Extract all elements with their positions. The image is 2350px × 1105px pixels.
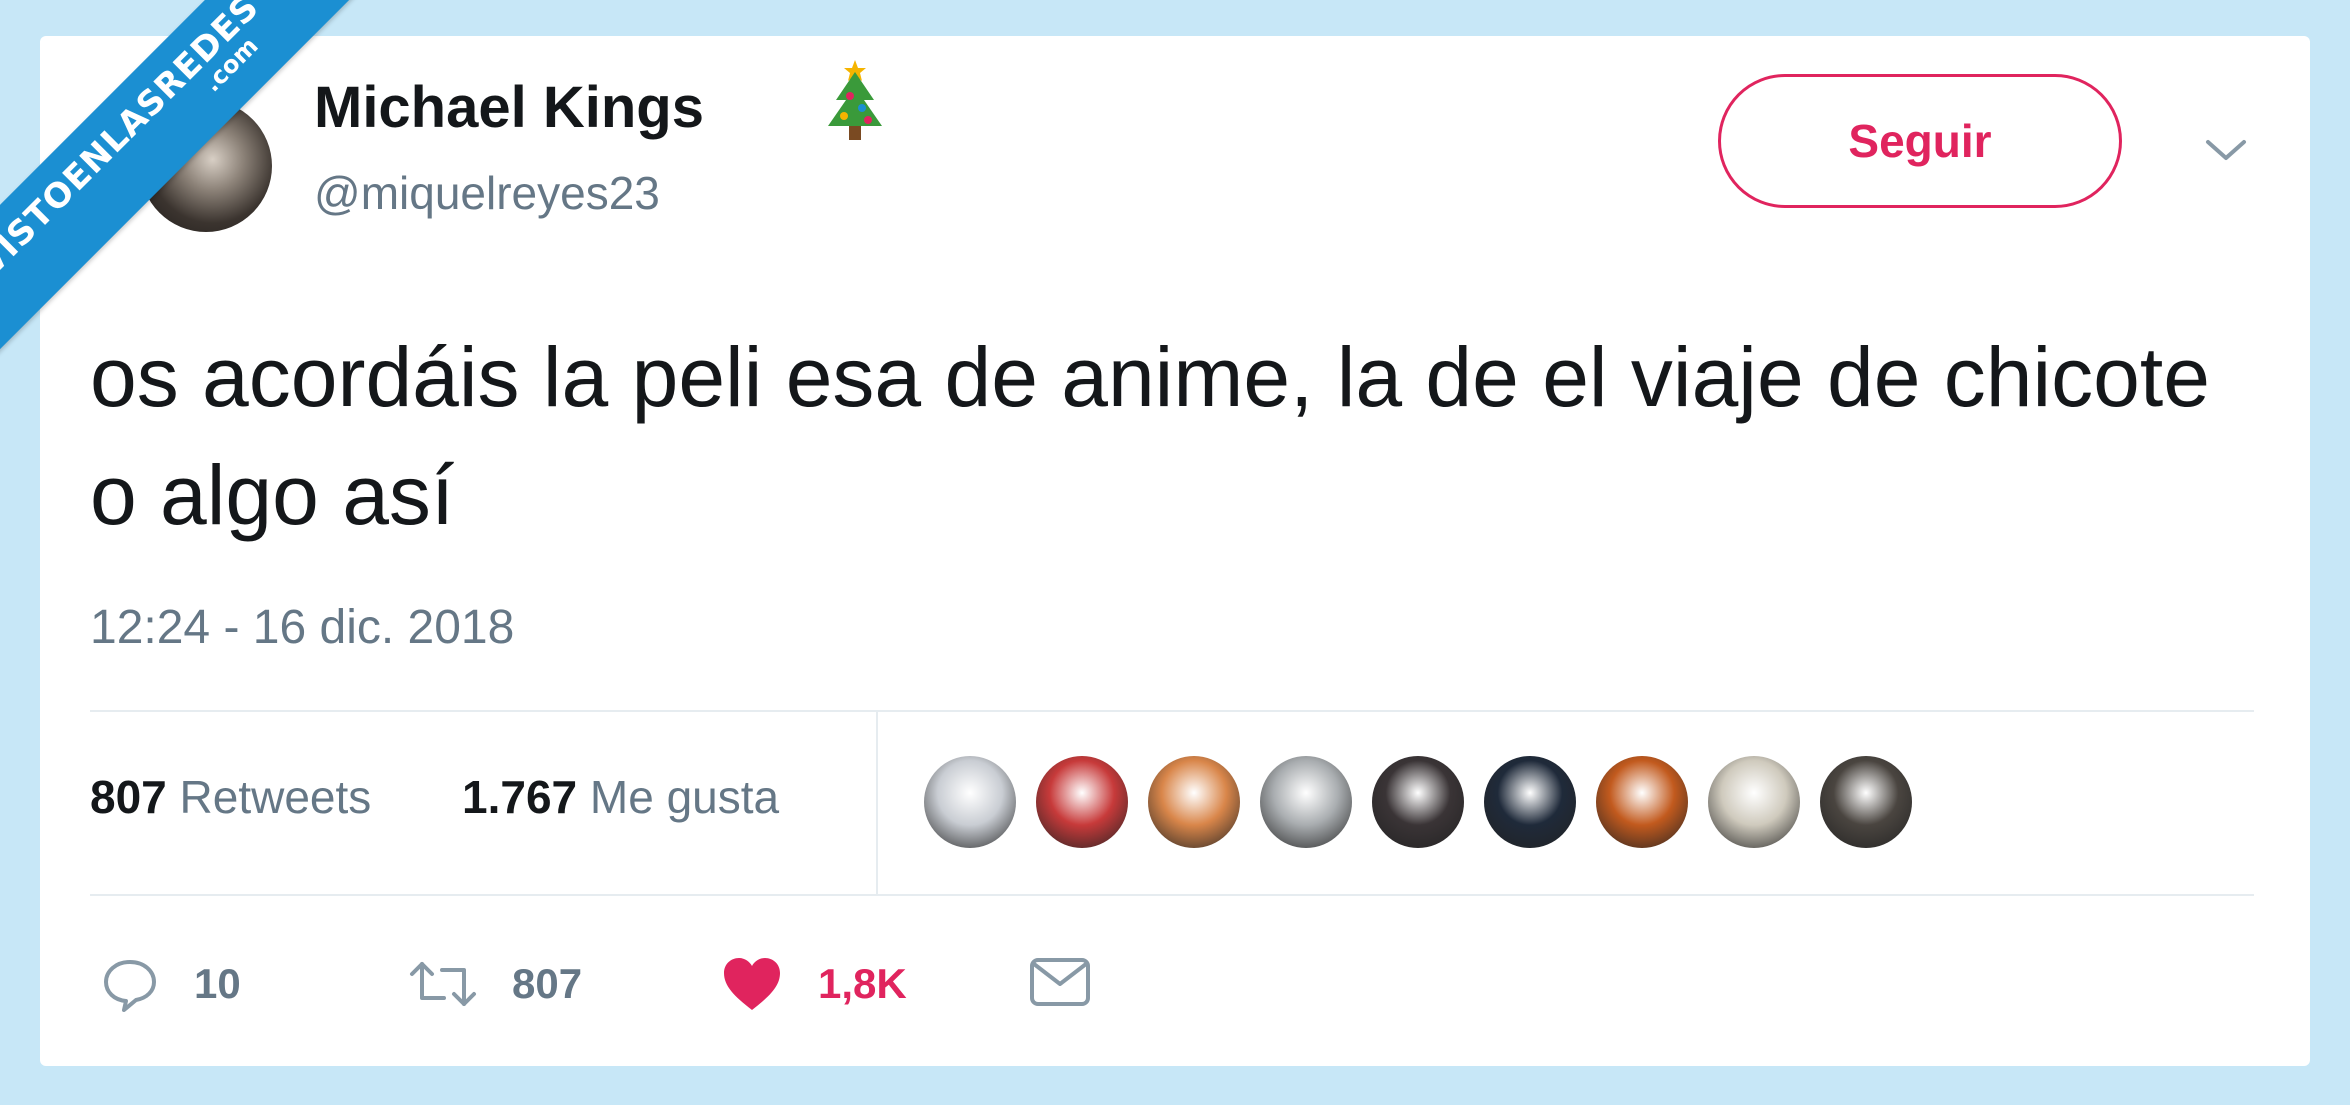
tweet-text: os acordáis la peli esa de anime, la de …: [90, 330, 2210, 542]
liker-avatar[interactable]: [1260, 756, 1352, 848]
divider: [90, 894, 2254, 896]
liker-avatar[interactable]: [1372, 756, 1464, 848]
likes-count: 1.767: [462, 771, 578, 823]
envelope-icon: [1030, 958, 1090, 1006]
author-name[interactable]: Michael Kings: [314, 74, 704, 141]
reply-icon: [104, 960, 156, 1012]
liker-avatar[interactable]: [1596, 756, 1688, 848]
retweet-icon: [410, 962, 476, 1006]
retweets-stat[interactable]: 807 Retweets: [90, 770, 371, 824]
follow-button[interactable]: Seguir: [1718, 74, 2122, 208]
christmas-tree-icon: [828, 60, 882, 140]
likes-stat[interactable]: 1.767 Me gusta: [462, 770, 779, 824]
retweet-button[interactable]: 807: [408, 954, 582, 1014]
retweet-count: 807: [512, 960, 583, 1007]
liker-avatar[interactable]: [1036, 756, 1128, 848]
stats-divider: [876, 712, 878, 896]
retweets-label: Retweets: [179, 771, 372, 823]
heart-icon: [724, 958, 780, 1010]
liker-avatar[interactable]: [924, 756, 1016, 848]
reply-count: 10: [194, 960, 241, 1007]
liker-avatar[interactable]: [1148, 756, 1240, 848]
like-button[interactable]: 1,8K: [720, 954, 907, 1014]
direct-message-button[interactable]: [1028, 954, 1092, 1010]
liker-avatar[interactable]: [1484, 756, 1576, 848]
likes-label: Me gusta: [589, 771, 780, 823]
divider: [90, 710, 2254, 712]
reply-button[interactable]: 10: [100, 954, 241, 1014]
liker-avatar[interactable]: [1708, 756, 1800, 848]
liker-avatar[interactable]: [1820, 756, 1912, 848]
tweet-timestamp[interactable]: 12:24 - 16 dic. 2018: [90, 600, 514, 655]
like-count: 1,8K: [818, 960, 907, 1007]
author-handle[interactable]: @miquelreyes23: [314, 166, 660, 220]
chevron-down-icon[interactable]: [2202, 134, 2250, 164]
retweets-count: 807: [90, 771, 167, 823]
